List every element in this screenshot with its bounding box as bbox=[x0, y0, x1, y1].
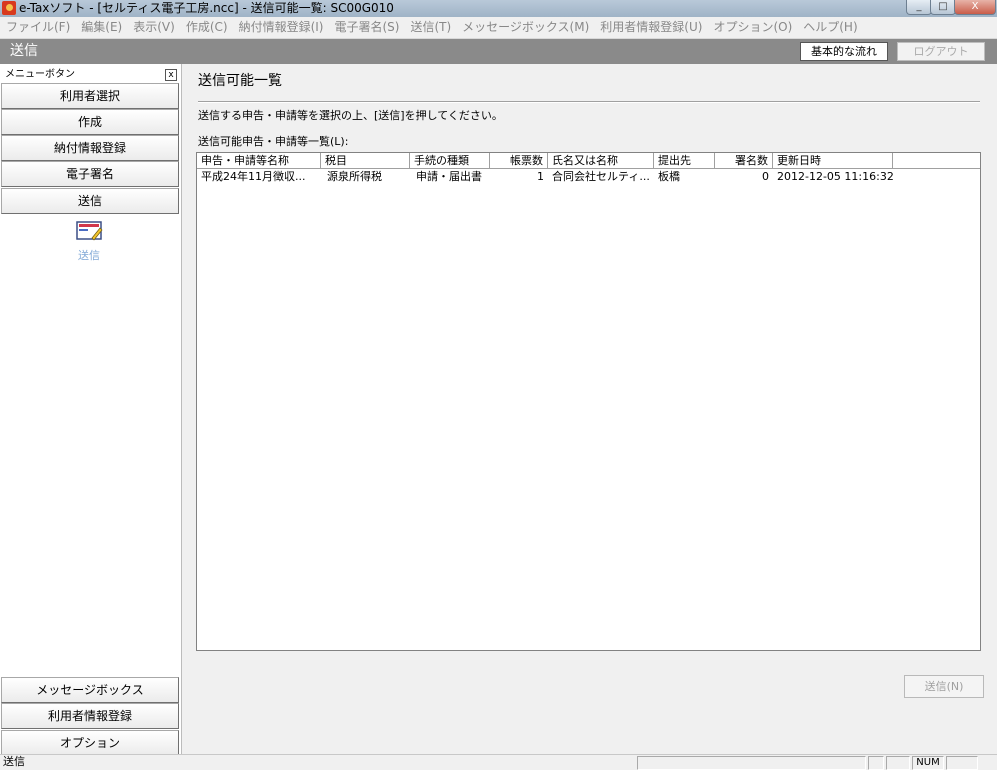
cell-updated-at: 2012-12-05 11:16:32 bbox=[777, 170, 894, 183]
send-document-icon[interactable] bbox=[76, 219, 104, 241]
sidebar-item-e-signature[interactable]: 電子署名 bbox=[1, 161, 179, 187]
menu-message-box[interactable]: メッセージボックス(M) bbox=[456, 17, 594, 38]
minimize-button[interactable]: _ bbox=[906, 0, 932, 15]
sidebar-item-send[interactable]: 送信 bbox=[1, 188, 179, 214]
menu-send[interactable]: 送信(T) bbox=[404, 17, 456, 38]
list-header: 申告・申請等名称 税目 手続の種類 帳票数 氏名又は名称 提出先 署名数 更新日… bbox=[197, 153, 980, 169]
cell-procedure-type: 申請・届出書 bbox=[416, 170, 482, 183]
column-header-updated-at[interactable]: 更新日時 bbox=[773, 153, 893, 168]
status-text: 送信 bbox=[3, 755, 25, 768]
instruction-text: 送信する申告・申請等を選択の上、[送信]を押してください。 bbox=[198, 109, 503, 122]
send-icon-label: 送信 bbox=[78, 249, 100, 262]
column-header-name[interactable]: 申告・申請等名称 bbox=[197, 153, 321, 168]
logout-button[interactable]: ログアウト bbox=[897, 42, 985, 61]
table-row[interactable]: 平成24年11月徴収... 源泉所得税 申請・届出書 1 合同会社セルティ...… bbox=[197, 169, 980, 185]
sidebar-item-create[interactable]: 作成 bbox=[1, 109, 179, 135]
menu-bar: ファイル(F) 編集(E) 表示(V) 作成(C) 納付情報登録(I) 電子署名(S) 送信… bbox=[0, 17, 997, 39]
send-button[interactable]: 送信(N) bbox=[904, 675, 984, 698]
menu-file[interactable]: ファイル(F) bbox=[0, 17, 75, 38]
column-header-form-count[interactable]: 帳票数 bbox=[490, 153, 548, 168]
menu-edit[interactable]: 編集(E) bbox=[75, 17, 127, 38]
status-bar: 送信 NUM bbox=[0, 754, 997, 770]
window-title-bar: e-Taxソフト - [セルティス電子工房.ncc] - 送信可能一覧: SC0… bbox=[0, 0, 997, 17]
cell-tax-item: 源泉所得税 bbox=[327, 170, 382, 183]
sidebar-item-payment-info[interactable]: 納付情報登録 bbox=[1, 135, 179, 161]
cell-signature-count: 0 bbox=[762, 170, 769, 183]
menu-user-info[interactable]: 利用者情報登録(U) bbox=[594, 17, 707, 38]
sidebar-item-user-select[interactable]: 利用者選択 bbox=[1, 83, 179, 109]
screen-title: 送信 bbox=[10, 43, 38, 59]
cell-form-count: 1 bbox=[537, 170, 544, 183]
menu-payment-info[interactable]: 納付情報登録(I) bbox=[233, 17, 329, 38]
cell-name-or-title: 合同会社セルティ... bbox=[552, 170, 650, 183]
window-title: e-Taxソフト - [セルティス電子工房.ncc] - 送信可能一覧: SC0… bbox=[19, 1, 394, 15]
column-header-procedure-type[interactable]: 手続の種類 bbox=[410, 153, 490, 168]
menu-view[interactable]: 表示(V) bbox=[127, 17, 180, 38]
sidebar-heading-label: メニューボタン bbox=[5, 69, 75, 80]
page-title: 送信可能一覧 bbox=[198, 73, 282, 89]
cell-submit-to: 板橋 bbox=[658, 170, 680, 183]
close-window-button[interactable]: X bbox=[954, 0, 996, 15]
basic-flow-button[interactable]: 基本的な流れ bbox=[800, 42, 888, 61]
main-pane: 送信可能一覧 送信する申告・申請等を選択の上、[送信]を押してください。 送信可… bbox=[182, 64, 997, 754]
menu-options[interactable]: オプション(O) bbox=[707, 17, 797, 38]
sendable-list[interactable]: 申告・申請等名称 税目 手続の種類 帳票数 氏名又は名称 提出先 署名数 更新日… bbox=[196, 152, 981, 651]
title-divider bbox=[198, 101, 980, 103]
close-sidebar-icon[interactable]: x bbox=[165, 69, 177, 81]
sidebar-item-message-box[interactable]: メッセージボックス bbox=[1, 677, 179, 703]
list-label: 送信可能申告・申請等一覧(L): bbox=[198, 135, 349, 148]
menu-help[interactable]: ヘルプ(H) bbox=[797, 17, 862, 38]
menu-e-signature[interactable]: 電子署名(S) bbox=[328, 17, 404, 38]
sidebar-item-user-info[interactable]: 利用者情報登録 bbox=[1, 703, 179, 729]
screen-header: 送信 基本的な流れ ログアウト bbox=[0, 39, 997, 64]
app-icon bbox=[2, 1, 16, 15]
sidebar-heading: メニューボタン x bbox=[0, 67, 179, 82]
column-header-tax-item[interactable]: 税目 bbox=[321, 153, 410, 168]
maximize-button[interactable]: □ bbox=[930, 0, 956, 15]
sidebar-menu: メニューボタン x 利用者選択 作成 納付情報登録 電子署名 送信 送信 メッセ… bbox=[0, 64, 182, 756]
sidebar-item-options[interactable]: オプション bbox=[1, 730, 179, 756]
column-header-signature-count[interactable]: 署名数 bbox=[715, 153, 773, 168]
column-header-submit-to[interactable]: 提出先 bbox=[654, 153, 715, 168]
cell-name: 平成24年11月徴収... bbox=[201, 170, 306, 183]
menu-create[interactable]: 作成(C) bbox=[180, 17, 233, 38]
column-header-name-or-title[interactable]: 氏名又は名称 bbox=[548, 153, 654, 168]
